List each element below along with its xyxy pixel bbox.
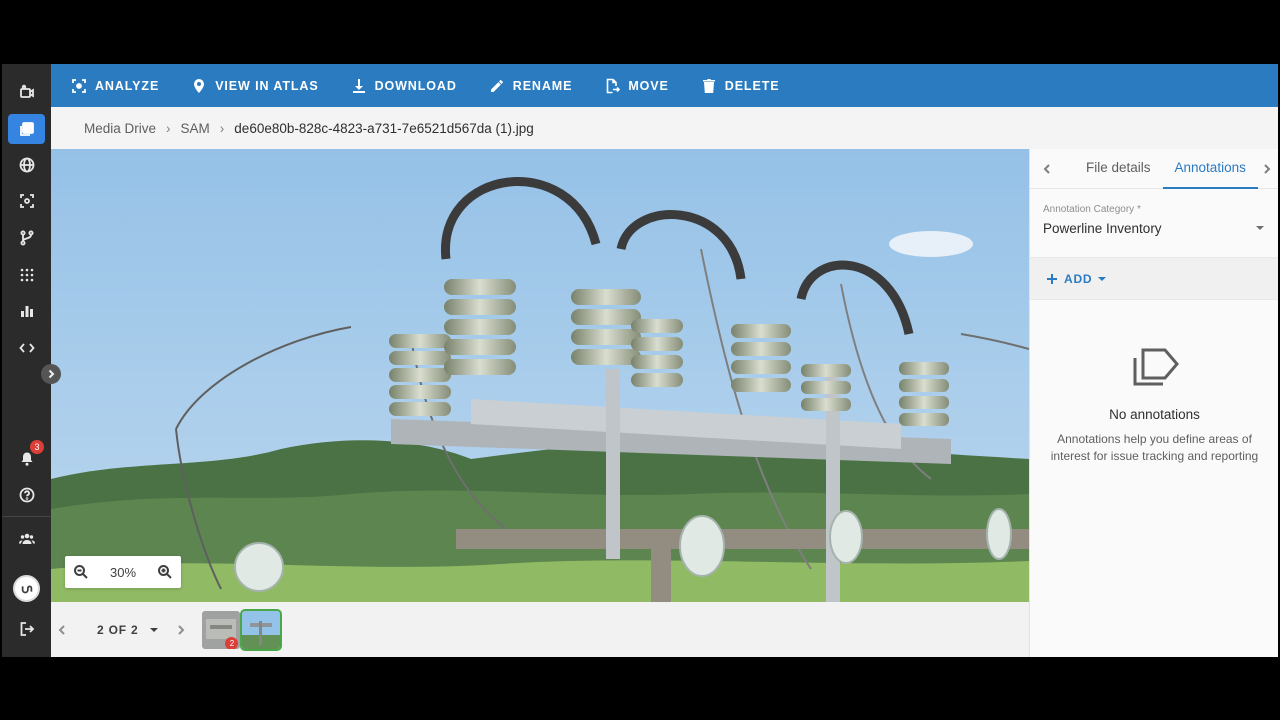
- apps-grid-icon: [20, 268, 33, 282]
- analyze-icon: [72, 78, 86, 93]
- breadcrumb-separator: ›: [166, 120, 171, 136]
- trash-icon: [702, 78, 715, 93]
- rename-label: RENAME: [512, 78, 573, 93]
- empty-state: No annotations Annotations help you defi…: [1030, 344, 1278, 465]
- prev-page-icon[interactable]: [53, 621, 71, 639]
- zoom-control: 30%: [65, 556, 181, 588]
- page-indicator: 2 OF 2: [97, 622, 139, 637]
- zoom-in-icon[interactable]: [157, 564, 173, 580]
- delete-label: DELETE: [724, 78, 780, 93]
- help-icon: [19, 487, 34, 503]
- thumbnail-1[interactable]: 2: [202, 610, 241, 649]
- download-button[interactable]: DOWNLOAD: [351, 64, 457, 107]
- rail-logout-button[interactable]: [8, 614, 45, 644]
- rail-help-button[interactable]: [8, 480, 45, 510]
- scan-icon: [19, 194, 34, 208]
- user-avatar[interactable]: [13, 575, 40, 602]
- notification-badge: 3: [30, 440, 44, 454]
- thumbnail-image: [242, 610, 281, 649]
- globe-icon: [19, 157, 34, 173]
- move-label: MOVE: [628, 78, 669, 93]
- rail-divider: [2, 516, 51, 517]
- tabs-prev-icon[interactable]: [1040, 162, 1054, 176]
- zoom-out-icon[interactable]: [73, 564, 89, 580]
- delete-button[interactable]: DELETE: [701, 64, 780, 107]
- move-button[interactable]: MOVE: [604, 64, 668, 107]
- rail-code-button[interactable]: [8, 333, 45, 363]
- annotation-category-select[interactable]: Powerline Inventory: [1043, 217, 1265, 239]
- annotation-category-value: Powerline Inventory: [1043, 220, 1162, 236]
- media-library-icon: [19, 122, 34, 136]
- empty-state-title: No annotations: [1109, 407, 1200, 422]
- plus-icon: [1047, 273, 1057, 284]
- workflow-icon: [20, 230, 33, 246]
- rail-scan-button[interactable]: [8, 186, 45, 216]
- zoom-level: 30%: [109, 564, 137, 580]
- add-label: ADD: [1064, 271, 1093, 286]
- rail-camera-button[interactable]: [8, 77, 45, 107]
- rail-apps-button[interactable]: [8, 260, 45, 290]
- caret-down-icon: [1098, 276, 1107, 281]
- details-panel: File details Annotations Annotation Cate…: [1029, 149, 1278, 657]
- add-annotation-row: ADD: [1030, 257, 1278, 300]
- tabs-next-icon[interactable]: [1260, 162, 1274, 176]
- thumbnail-list: 2: [202, 608, 283, 651]
- breadcrumb-separator: ›: [219, 120, 225, 136]
- breadcrumb: Media Drive › SAM › de60e80b-828c-4823-a…: [51, 107, 1278, 149]
- app-window: 3 ANALYZE VIEW IN ATLAS DOWNLOAD RENAME …: [2, 64, 1278, 657]
- annotation-category-label: Annotation Category *: [1043, 204, 1141, 215]
- rail-analytics-button[interactable]: [8, 296, 45, 326]
- team-icon: [18, 533, 35, 544]
- rename-button[interactable]: RENAME: [489, 64, 573, 107]
- image-viewer[interactable]: 30%: [51, 149, 1029, 602]
- logout-icon: [20, 622, 34, 636]
- empty-state-description: Annotations help you define areas of int…: [1050, 432, 1259, 463]
- analyze-button[interactable]: ANALYZE: [71, 64, 159, 107]
- code-icon: [18, 343, 35, 353]
- view-in-atlas-label: VIEW IN ATLAS: [215, 78, 319, 93]
- analyze-label: ANALYZE: [95, 78, 160, 93]
- breadcrumb-file-name: de60e80b-828c-4823-a731-7e6521d567da (1)…: [234, 120, 534, 136]
- rail-notifications-button[interactable]: 3: [8, 440, 45, 474]
- panel-tabs: File details Annotations: [1030, 149, 1278, 189]
- rail-media-button[interactable]: [8, 114, 45, 144]
- caret-down-icon: [150, 627, 159, 632]
- tab-annotations[interactable]: Annotations: [1162, 149, 1258, 189]
- breadcrumb-root-link[interactable]: Media Drive: [84, 121, 156, 136]
- action-toolbar: ANALYZE VIEW IN ATLAS DOWNLOAD RENAME MO…: [51, 64, 1278, 107]
- page-selector[interactable]: 2 OF 2: [97, 622, 159, 637]
- rail-team-button[interactable]: [8, 524, 45, 554]
- rail-expand-button[interactable]: [41, 364, 61, 384]
- annotation-empty-icon: [1133, 348, 1179, 386]
- move-file-icon: [607, 78, 621, 93]
- add-annotation-button[interactable]: ADD: [1046, 271, 1107, 286]
- download-label: DOWNLOAD: [374, 78, 457, 93]
- breadcrumb-folder-link[interactable]: SAM: [181, 121, 210, 136]
- tab-file-details[interactable]: File details: [1074, 149, 1163, 189]
- rail-workflow-button[interactable]: [8, 223, 45, 253]
- download-icon: [352, 78, 365, 93]
- camera-icon: [19, 84, 34, 98]
- pencil-icon: [490, 79, 503, 92]
- left-rail: 3: [2, 64, 51, 657]
- chevron-right-icon: [48, 369, 55, 379]
- location-pin-icon: [194, 78, 205, 93]
- pagination-strip: 2 OF 2 2: [51, 602, 1029, 657]
- bar-chart-icon: [20, 306, 33, 317]
- thumbnail-2[interactable]: [240, 608, 283, 651]
- bell-icon: [21, 452, 32, 466]
- dropdown-arrow-icon: [1256, 226, 1264, 230]
- next-page-icon[interactable]: [172, 621, 190, 639]
- brand-logo-icon: [21, 585, 32, 593]
- rail-globe-button[interactable]: [8, 150, 45, 180]
- powerline-photo: [51, 149, 1029, 602]
- view-in-atlas-button[interactable]: VIEW IN ATLAS: [191, 64, 318, 107]
